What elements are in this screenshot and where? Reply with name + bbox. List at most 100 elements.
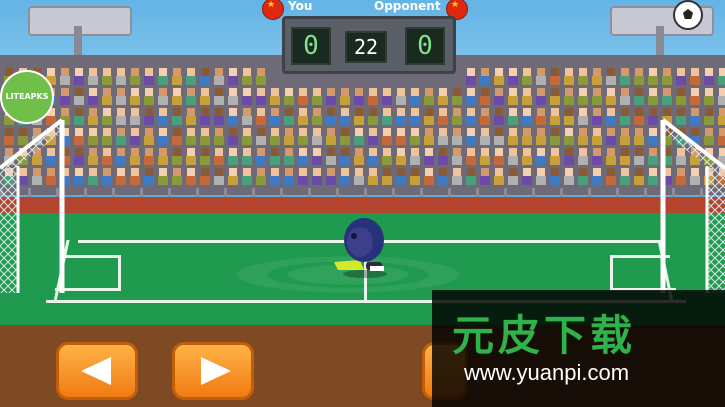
spectator-head [565, 148, 573, 156]
spectator-head [187, 88, 195, 96]
spectator-head [145, 108, 153, 116]
spectator-head [313, 168, 321, 176]
spectator-body [172, 176, 182, 185]
spectator-body [536, 176, 546, 185]
spectator-body [200, 116, 210, 125]
spectator-body [606, 116, 616, 125]
spectator-body [158, 96, 168, 105]
spectator-head [537, 88, 545, 96]
spectator-body [382, 96, 392, 105]
player-character [330, 210, 400, 280]
spectator-head [593, 108, 601, 116]
spectator-body [144, 176, 154, 185]
spectator-head [453, 108, 461, 116]
spectator-body [214, 96, 224, 105]
spectator-body [438, 96, 448, 105]
spectator-body [130, 176, 140, 185]
spectator-head [75, 148, 83, 156]
spectator-body [550, 76, 560, 85]
spectator-body [634, 156, 644, 165]
spectator-head [551, 168, 559, 176]
spectator-head [341, 168, 349, 176]
spectator-head [439, 148, 447, 156]
spectator-head [551, 68, 559, 76]
spectator-head [453, 148, 461, 156]
spectator-head [579, 148, 587, 156]
spectator-body [466, 156, 476, 165]
spectator-head [285, 148, 293, 156]
spectator-head [495, 148, 503, 156]
spectator-body [466, 136, 476, 145]
spectator-head [159, 108, 167, 116]
scoreboard-panel: 0 22 0 [282, 16, 456, 74]
spectator-head [635, 168, 643, 176]
spectator-head [145, 88, 153, 96]
spectator-body [242, 156, 252, 165]
spectator-head [187, 168, 195, 176]
spectator-body [354, 176, 364, 185]
spectator-body [382, 176, 392, 185]
spectator-body [312, 136, 322, 145]
spectator-body [144, 136, 154, 145]
spectator-body [340, 156, 350, 165]
spectator-body [130, 156, 140, 165]
spectator-head [103, 128, 111, 136]
spectator-body [256, 96, 266, 105]
spectator-body [256, 156, 266, 165]
spectator-head [635, 148, 643, 156]
spectator-body [494, 156, 504, 165]
spectator-head [383, 148, 391, 156]
spectator-head [187, 148, 195, 156]
yuanpi-watermark: 元皮下载 www.yuanpi.com [432, 290, 725, 407]
spectator-head [467, 88, 475, 96]
spectator-body [522, 156, 532, 165]
spectator-head [243, 168, 251, 176]
spectator-head [621, 68, 629, 76]
spectator-body [186, 96, 196, 105]
spectator-body [298, 96, 308, 105]
spectator-head [173, 68, 181, 76]
spectator-body [116, 176, 126, 185]
spectator-body [578, 76, 588, 85]
spectator-head [635, 128, 643, 136]
spectator-head [537, 68, 545, 76]
spectator-body [158, 176, 168, 185]
spectator-head [369, 108, 377, 116]
spectator-body [536, 136, 546, 145]
spectator-body [466, 176, 476, 185]
spectator-head [551, 148, 559, 156]
spectator-body [578, 96, 588, 105]
spectator-head [593, 68, 601, 76]
spectator-head [285, 108, 293, 116]
spectator-head [621, 108, 629, 116]
spectator-head [565, 88, 573, 96]
spectator-head [453, 168, 461, 176]
spectator-head [159, 168, 167, 176]
spectator-body [326, 116, 336, 125]
soccer-ball-icon[interactable] [673, 0, 703, 30]
spectator-body [564, 116, 574, 125]
spectator-head [271, 88, 279, 96]
spectator-head [299, 88, 307, 96]
spectator-body [410, 176, 420, 185]
spectator-head [467, 68, 475, 76]
spectator-head [117, 168, 125, 176]
spectator-head [159, 88, 167, 96]
spectator-body [634, 76, 644, 85]
spectator-body [102, 136, 112, 145]
spectator-head [313, 148, 321, 156]
spectator-body [550, 136, 560, 145]
spectator-head [89, 128, 97, 136]
move-right-button[interactable] [172, 342, 254, 400]
spectator-body [200, 136, 210, 145]
spectator-head [691, 68, 699, 76]
spectator-head [453, 128, 461, 136]
spectator-body [494, 136, 504, 145]
spectator-head [425, 88, 433, 96]
spectator-head [117, 128, 125, 136]
spectator-body [592, 156, 602, 165]
spectator-body [242, 116, 252, 125]
move-left-button[interactable] [56, 342, 138, 400]
spectator-body [508, 76, 518, 85]
spectator-head [495, 128, 503, 136]
